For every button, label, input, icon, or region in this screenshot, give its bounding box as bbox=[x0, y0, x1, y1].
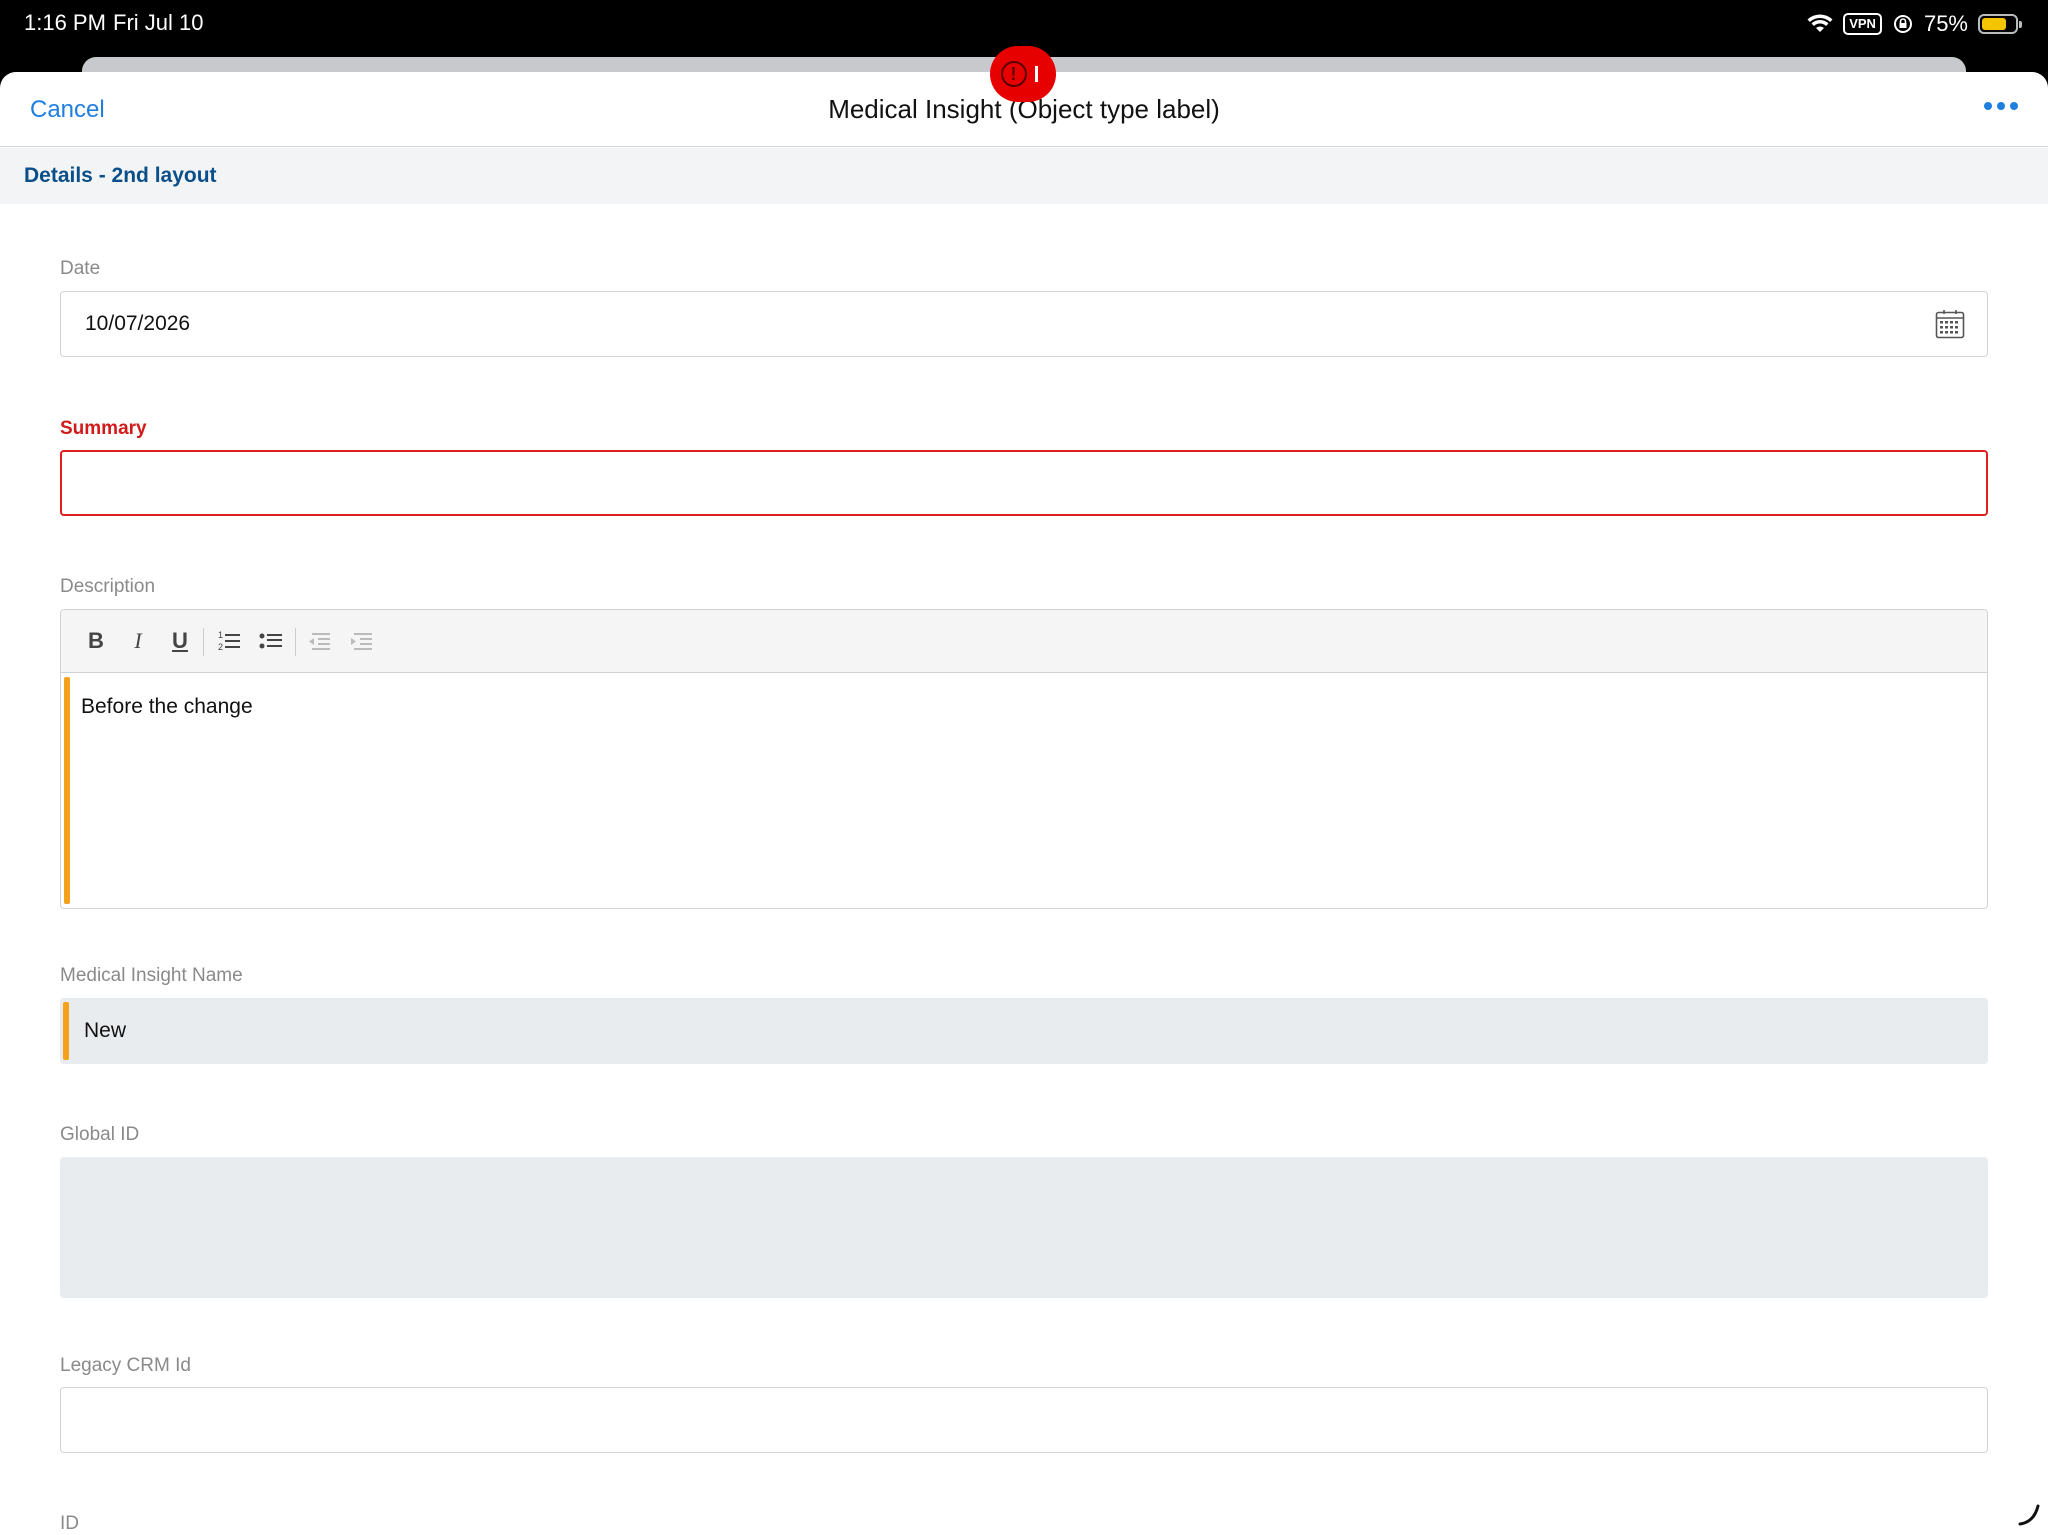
description-text: Before the change bbox=[81, 695, 253, 718]
changed-marker bbox=[63, 1002, 69, 1060]
svg-text:1: 1 bbox=[218, 630, 223, 640]
modal-sheet: Cancel Medical Insight (Object type labe… bbox=[0, 72, 2048, 1535]
medical-insight-name-field: New bbox=[60, 998, 1988, 1064]
description-label: Description bbox=[60, 576, 156, 597]
legacy-crm-id-field[interactable] bbox=[60, 1387, 1988, 1453]
legacy-crm-id-label: Legacy CRM Id bbox=[60, 1355, 191, 1376]
status-time: 1:16 PM bbox=[24, 10, 106, 35]
global-id-field bbox=[60, 1157, 1988, 1298]
calendar-icon[interactable] bbox=[1935, 309, 1965, 339]
date-label: Date bbox=[60, 258, 101, 279]
global-id-label: Global ID bbox=[60, 1124, 140, 1145]
section-header: Details - 2nd layout bbox=[0, 148, 2048, 204]
date-value: 10/07/2026 bbox=[85, 312, 191, 335]
indent-icon[interactable] bbox=[346, 626, 376, 656]
outdent-icon[interactable] bbox=[304, 626, 334, 656]
status-indicators: VPN 75% bbox=[1807, 10, 2022, 38]
underline-button[interactable]: U bbox=[165, 626, 195, 656]
editor-body[interactable]: Before the change bbox=[61, 673, 1987, 908]
summary-label: Summary bbox=[60, 418, 147, 439]
numbered-list-icon[interactable]: 1 2 bbox=[214, 626, 244, 656]
id-label: ID bbox=[60, 1513, 79, 1534]
italic-button[interactable]: I bbox=[123, 626, 153, 656]
bold-button[interactable]: B bbox=[81, 626, 111, 656]
wifi-icon bbox=[1807, 14, 1833, 32]
medical-insight-name-label: Medical Insight Name bbox=[60, 965, 243, 986]
battery-percent: 75% bbox=[1923, 11, 1968, 36]
changed-marker bbox=[64, 677, 70, 904]
toolbar-divider bbox=[203, 628, 204, 656]
toolbar-divider bbox=[295, 628, 296, 656]
status-date: Fri Jul 10 bbox=[113, 10, 204, 35]
error-indicator[interactable]: ! bbox=[990, 46, 1056, 102]
orientation-lock-icon bbox=[1893, 15, 1912, 33]
status-bar: 1:16 PM Fri Jul 10 VPN 75% bbox=[0, 0, 2048, 48]
summary-field[interactable] bbox=[60, 450, 1988, 516]
resize-handle-icon[interactable] bbox=[2016, 1502, 2042, 1528]
svg-text:2: 2 bbox=[218, 642, 223, 652]
vpn-badge: VPN bbox=[1843, 13, 1882, 35]
battery-icon bbox=[1978, 14, 2022, 34]
bulleted-list-icon[interactable] bbox=[256, 626, 286, 656]
medical-insight-name-value: New bbox=[84, 1019, 127, 1042]
ellipsis-icon[interactable] bbox=[1984, 102, 2018, 110]
editor-toolbar: B I U 1 2 bbox=[61, 610, 1987, 673]
description-editor[interactable]: B I U 1 2 Before the change bbox=[60, 609, 1988, 909]
alert-icon: ! bbox=[1000, 61, 1027, 87]
section-title: Details - 2nd layout bbox=[24, 164, 217, 187]
date-field[interactable]: 10/07/2026 bbox=[60, 291, 1988, 357]
battery-fill bbox=[1982, 18, 2006, 30]
cursor-bar bbox=[1034, 66, 1038, 82]
